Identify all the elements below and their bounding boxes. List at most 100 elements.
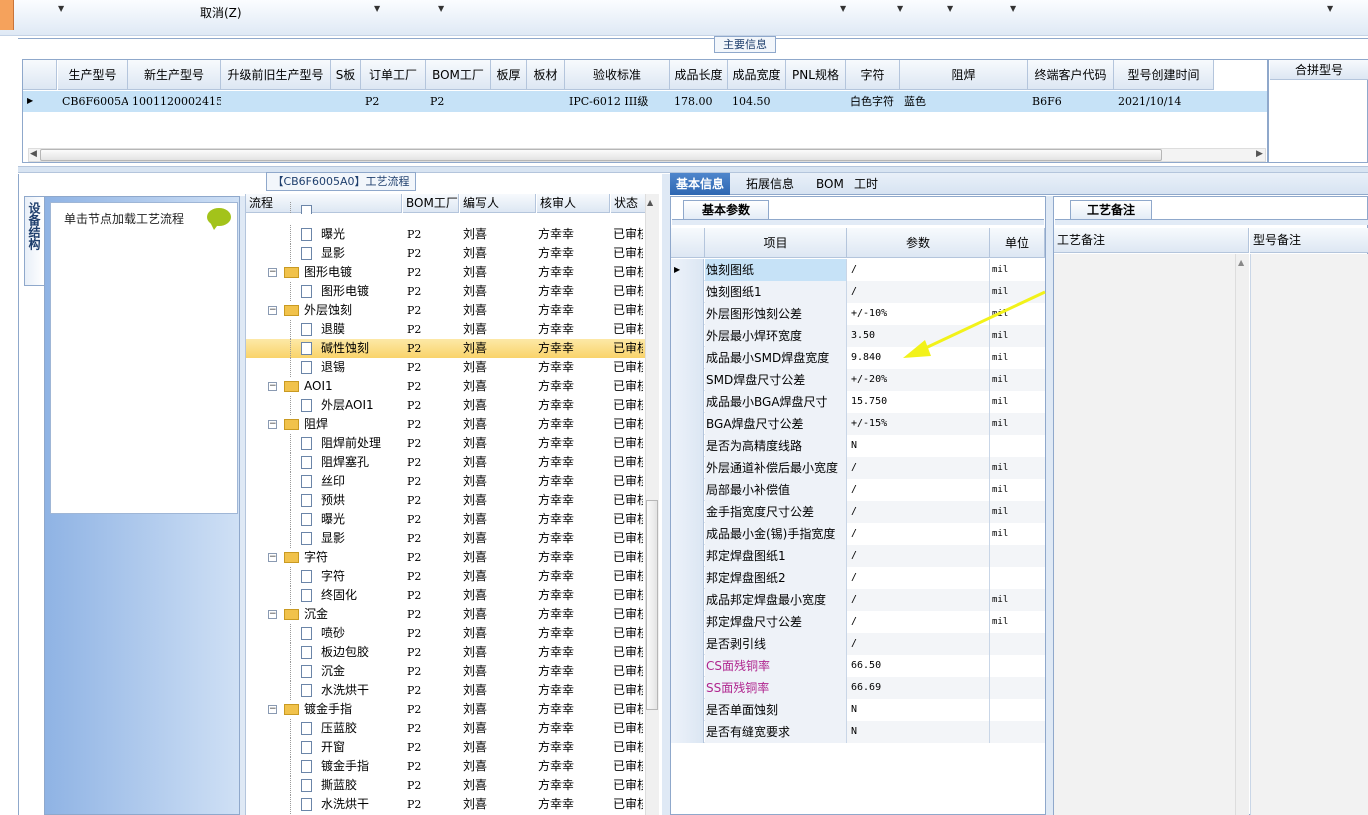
- table-cell[interactable]: 白色字符: [846, 91, 900, 112]
- param-row[interactable]: 局部最小补偿值 / mil: [671, 479, 1045, 501]
- model-notes-body[interactable]: [1250, 254, 1368, 815]
- tree-node-name[interactable]: 沉金: [304, 605, 328, 624]
- table-cell[interactable]: 蓝色: [900, 91, 1028, 112]
- param-row[interactable]: CS面残铜率 66.50: [671, 655, 1045, 677]
- table-cell[interactable]: [491, 91, 527, 112]
- collapse-icon[interactable]: −: [268, 306, 277, 315]
- table-cell[interactable]: CB6F6005A0: [58, 91, 128, 112]
- param-value[interactable]: N: [847, 721, 990, 743]
- scroll-up-icon[interactable]: ▲: [647, 198, 653, 207]
- tree-row[interactable]: − AOI1 P2 刘喜 方幸幸 已审核: [246, 377, 649, 396]
- param-row[interactable]: 成品最小BGA焊盘尺寸 15.750 mil: [671, 391, 1045, 413]
- param-value[interactable]: 15.750: [847, 391, 990, 413]
- horizontal-splitter[interactable]: [18, 166, 1368, 173]
- param-row[interactable]: 成品最小金(锡)手指宽度 / mil: [671, 523, 1045, 545]
- tree-node-name[interactable]: 退锡: [321, 358, 345, 377]
- column-header[interactable]: 生产型号: [58, 60, 128, 90]
- tree-node-name[interactable]: 水洗烘干: [321, 681, 369, 700]
- tree-node-name[interactable]: 退膜: [321, 320, 345, 339]
- node-list[interactable]: [50, 202, 238, 514]
- tree-row[interactable]: 碱性蚀刻 P2 刘喜 方幸幸 已审核: [246, 339, 649, 358]
- param-column-header[interactable]: 项目: [705, 228, 847, 258]
- tree-row[interactable]: 曝光 P2 刘喜 方幸幸 已审核: [246, 510, 649, 529]
- tree-node-name[interactable]: 板边包胶: [321, 643, 369, 662]
- param-value[interactable]: /: [847, 523, 990, 545]
- tree-row[interactable]: 字符 P2 刘喜 方幸幸 已审核: [246, 567, 649, 586]
- tab-extended[interactable]: 拓展信息: [740, 173, 800, 195]
- param-row[interactable]: 邦定焊盘图纸2/: [671, 567, 1045, 589]
- dropdown-arrow-icon[interactable]: ▼: [438, 4, 444, 13]
- table-cell[interactable]: 104.50: [728, 91, 786, 112]
- tree-row[interactable]: 板边包胶 P2 刘喜 方幸幸 已审核: [246, 643, 649, 662]
- collapse-icon[interactable]: −: [268, 268, 277, 277]
- scrollbar-thumb[interactable]: [40, 149, 1162, 161]
- column-header[interactable]: 阻焊: [900, 60, 1028, 90]
- tree-row[interactable]: 终固化 P2 刘喜 方幸幸 已审核: [246, 586, 649, 605]
- tree-row[interactable]: 显影 P2 刘喜 方幸幸 已审核: [246, 244, 649, 263]
- table-cell[interactable]: [527, 91, 565, 112]
- tab-bom[interactable]: BOM: [810, 173, 850, 195]
- tree-node-name[interactable]: AOI1: [304, 377, 333, 396]
- param-value[interactable]: /: [847, 589, 990, 611]
- table-cell[interactable]: IPC-6012 III级: [565, 91, 670, 112]
- param-value[interactable]: /: [847, 567, 990, 589]
- param-row[interactable]: BGA焊盘尺寸公差 +/-15% mil: [671, 413, 1045, 435]
- tree-node-name[interactable]: 图形电镀: [321, 282, 369, 301]
- tree-node-name[interactable]: 显影: [321, 244, 345, 263]
- param-column-header[interactable]: 单位: [990, 228, 1045, 258]
- tree-row[interactable]: − 字符 P2 刘喜 方幸幸 已审核: [246, 548, 649, 567]
- param-row[interactable]: 是否有缝宽要求 N: [671, 721, 1045, 743]
- dropdown-arrow-icon[interactable]: ▼: [897, 4, 903, 13]
- param-row[interactable]: 外层通道补偿后最小宽度 / mil: [671, 457, 1045, 479]
- basic-params-tab[interactable]: 基本参数: [683, 200, 769, 220]
- middle-splitter[interactable]: [662, 174, 670, 815]
- tree-row[interactable]: 沉金 P2 刘喜 方幸幸 已审核: [246, 662, 649, 681]
- table-cell[interactable]: P2: [361, 91, 426, 112]
- tree-row[interactable]: 预烘 P2 刘喜 方幸幸 已审核: [246, 491, 649, 510]
- tree-node-name[interactable]: 显影: [321, 529, 345, 548]
- tree-node-name[interactable]: 水洗烘干: [321, 795, 369, 814]
- tree-row[interactable]: 阻焊塞孔 P2 刘喜 方幸幸 已审核: [246, 453, 649, 472]
- param-row[interactable]: 是否剥引线 /: [671, 633, 1045, 655]
- column-header[interactable]: 字符: [846, 60, 900, 90]
- tree-node-name[interactable]: 碱性蚀刻: [321, 339, 370, 358]
- tree-row[interactable]: 水洗烘干 P2 刘喜 方幸幸 已审核: [246, 795, 649, 814]
- tree-node-name[interactable]: 阻焊塞孔: [321, 453, 369, 472]
- tree-node-name[interactable]: 外层蚀刻: [304, 301, 352, 320]
- tree-node-name[interactable]: 阻焊前处理: [321, 434, 381, 453]
- tree-row[interactable]: 阻焊前处理 P2 刘喜 方幸幸 已审核: [246, 434, 649, 453]
- tree-node-name[interactable]: 开窗: [321, 738, 345, 757]
- param-value[interactable]: 66.50: [847, 655, 990, 677]
- collapse-icon[interactable]: −: [268, 382, 277, 391]
- tree-row[interactable]: 图形电镀 P2 刘喜 方幸幸 已审核: [246, 282, 649, 301]
- table-cell[interactable]: 2021/10/14: [1114, 91, 1214, 112]
- tree-node-name[interactable]: 镀金手指: [321, 757, 369, 776]
- column-header[interactable]: 升级前旧生产型号: [221, 60, 331, 90]
- column-header[interactable]: 型号创建时间: [1114, 60, 1214, 90]
- tree-node-name[interactable]: 曝光: [321, 225, 345, 244]
- table-cell[interactable]: [331, 91, 361, 112]
- collapse-icon[interactable]: −: [268, 705, 277, 714]
- column-header[interactable]: BOM工厂: [426, 60, 491, 90]
- table-cell[interactable]: 178.00: [670, 91, 728, 112]
- tree-row[interactable]: − 沉金 P2 刘喜 方幸幸 已审核: [246, 605, 649, 624]
- dropdown-arrow-icon[interactable]: ▼: [1327, 4, 1333, 13]
- dropdown-arrow-icon[interactable]: ▼: [947, 4, 953, 13]
- param-row[interactable]: 成品邦定焊盘最小宽度 / mil: [671, 589, 1045, 611]
- table-cell[interactable]: [221, 91, 331, 112]
- tree-row[interactable]: 开窗 P2 刘喜 方幸幸 已审核: [246, 738, 649, 757]
- tree-node-name[interactable]: 撕蓝胶: [321, 776, 357, 795]
- param-row[interactable]: 邦定焊盘尺寸公差 / mil: [671, 611, 1045, 633]
- tree-row[interactable]: 显影 P2 刘喜 方幸幸 已审核: [246, 529, 649, 548]
- tree-row[interactable]: 水洗烘干 P2 刘喜 方幸幸 已审核: [246, 681, 649, 700]
- tree-node-name[interactable]: 阻焊: [304, 415, 328, 434]
- tree-row[interactable]: − 图形电镀 P2 刘喜 方幸幸 已审核: [246, 263, 649, 282]
- column-header[interactable]: 验收标准: [565, 60, 670, 90]
- param-row[interactable]: SS面残铜率 66.69: [671, 677, 1045, 699]
- scroll-right-icon[interactable]: ▶: [1256, 149, 1263, 159]
- param-value[interactable]: /: [847, 501, 990, 523]
- process-notes-body[interactable]: [1054, 254, 1235, 815]
- tree-row[interactable]: 退锡 P2 刘喜 方幸幸 已审核: [246, 358, 649, 377]
- tree-node-name[interactable]: 喷砂: [321, 624, 345, 643]
- param-row[interactable]: ▶ 蚀刻图纸 / mil: [671, 259, 1045, 281]
